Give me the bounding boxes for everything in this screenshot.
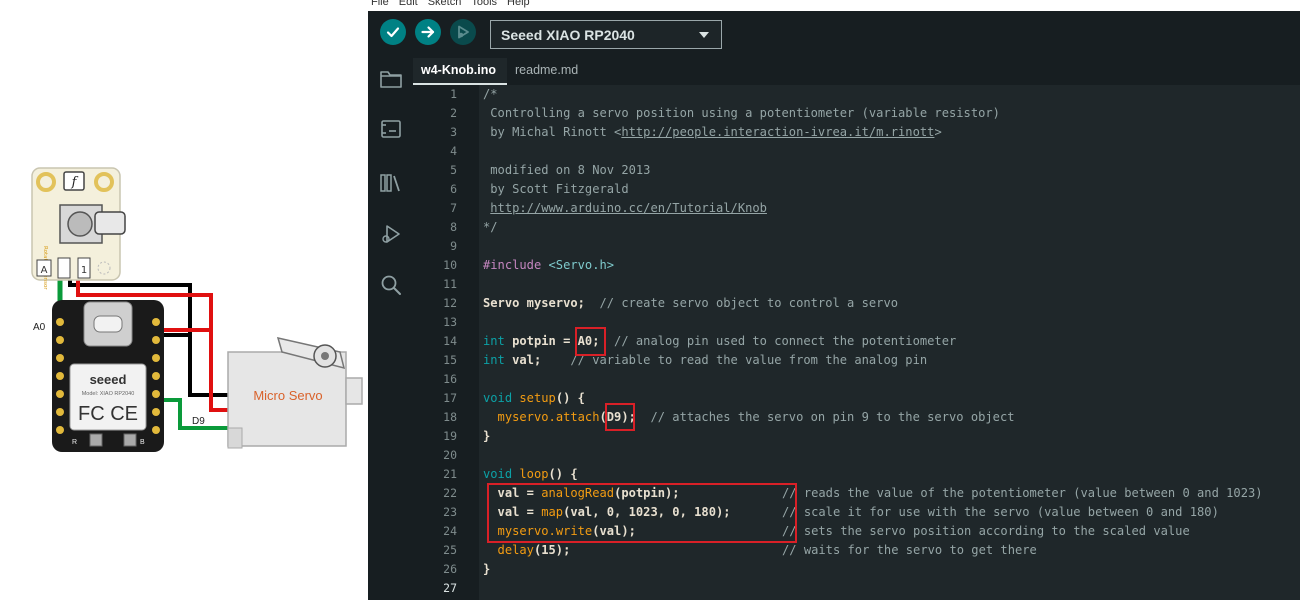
debug-button[interactable] [450,19,476,45]
chevron-down-icon [699,32,709,38]
line-number: 15 [443,353,457,367]
boot-button-icon [123,433,137,447]
tab-bar: w4-Knob.ino readme.md [413,58,1300,85]
code-editor[interactable]: 1 2 3 4 5 6 7 8 9 10 11 12 13 14 15 16 17 18 19 20 21 22 23 24 2… [413,85,1300,600]
code-line-2: Controlling a servo position using a pot… [483,106,1000,120]
code-line-18: myservo.attach(D9); // attaches the serv… [483,410,1015,424]
board-brand: seeed [90,372,127,387]
tab-w4-knob-ino[interactable]: w4-Knob.ino [413,58,507,85]
board-selector[interactable]: Seeed XIAO RP2040 [490,20,722,49]
line-number: 4 [450,144,457,158]
code-line-14: int potpin = A0; // analog pin used to c… [483,334,957,348]
debug-icon[interactable] [378,221,404,247]
menu-tools[interactable]: Tools [466,0,502,11]
line-number: 20 [443,448,457,462]
code-line-1: /* [483,87,498,101]
left-sidebar [368,58,413,600]
board-cert: FC CE [78,403,138,425]
line-number: 25 [443,543,457,557]
code-line-15: int val; // variable to read the value f… [483,353,928,367]
line-number: 2 [450,106,457,120]
svg-text:R: R [72,439,77,446]
upload-button[interactable] [415,19,441,45]
code-line-3: by Michal Rinott <http://people.interact… [483,125,942,139]
line-number: 1 [450,87,457,101]
line-number: 10 [443,258,457,272]
line-number: 6 [450,182,457,196]
menu-bar: File Edit Sketch Tools Help [368,0,1300,11]
folder-icon[interactable] [378,66,404,92]
line-number: 26 [443,562,457,576]
code-comment-23: // scale it for use with the servo (valu… [782,505,1219,519]
code-comment-22: // reads the value of the potentiometer … [782,486,1263,500]
line-number: 18 [443,410,457,424]
code-line-10: #include <Servo.h> [483,258,615,272]
line-number: 3 [450,125,457,139]
library-icon[interactable] [378,170,404,196]
code-line-6: by Scott Fitzgerald [483,182,629,196]
xiao-rp2040-board: seeed Model: XIAO RP2040 FC CE R B [52,300,164,452]
screenshot-root: f Rotation Sensor A 1 A0 [0,0,1300,600]
code-comment-25: // waits for the servo to get there [782,543,1037,557]
arduino-ide-window: File Edit Sketch Tools Help Seeed XIAO R… [368,0,1300,600]
code-line-25: delay(15); [483,543,571,557]
toolbar: Seeed XIAO RP2040 [368,11,1300,58]
menu-file[interactable]: File [368,0,394,11]
board-manager-icon[interactable] [378,116,404,142]
line-number: 11 [443,277,457,291]
highlight-a0 [575,327,606,356]
label-a0: A0 [33,322,46,333]
code-line-12: Servo myservo; // create servo object to… [483,296,899,310]
code-comment-24: // sets the servo position according to … [782,524,1190,538]
line-number: 8 [450,220,457,234]
label-d9: D9 [192,416,205,427]
reset-button-icon [89,433,103,447]
code-line-19: } [483,429,491,443]
arrow-right-icon [421,26,435,38]
svg-text:1: 1 [81,265,87,276]
line-number: 24 [443,524,457,538]
code-line-26: } [483,562,491,576]
line-number: 27 [443,581,457,595]
menu-help[interactable]: Help [502,0,535,11]
line-number: 23 [443,505,457,519]
servo-label: Micro Servo [253,388,322,403]
svg-text:Model: XIAO RP2040: Model: XIAO RP2040 [82,391,135,397]
line-number: 13 [443,315,457,329]
code-line-5: modified on 8 Nov 2013 [483,163,651,177]
line-number: 21 [443,467,457,481]
potentiometer-knob [94,211,126,235]
line-number: 14 [443,334,457,348]
line-number: 16 [443,372,457,386]
wiring-diagram-svg: f Rotation Sensor A 1 A0 [31,167,363,452]
code-line-8: */ [483,220,498,234]
verify-button[interactable] [380,19,406,45]
line-number: 22 [443,486,457,500]
tab-readme-md[interactable]: readme.md [507,58,586,85]
highlight-d9 [605,403,635,431]
line-number-gutter: 1 2 3 4 5 6 7 8 9 10 11 12 13 14 15 16 17 18 19 20 21 22 23 24 2… [413,85,479,600]
check-icon [386,27,400,38]
debug-icon [458,25,469,39]
micro-servo: Micro Servo [227,336,363,449]
menu-edit[interactable]: Edit [394,0,423,11]
line-number: 5 [450,163,457,177]
search-icon[interactable] [378,272,404,298]
line-number: 12 [443,296,457,310]
wiring-diagram: f Rotation Sensor A 1 A0 [0,0,368,600]
line-number: 19 [443,429,457,443]
highlight-loop-body [487,483,797,543]
rotation-sensor-module: f Rotation Sensor A 1 [31,167,126,290]
code-line-17: void setup() { [483,391,585,405]
board-selector-label: Seeed XIAO RP2040 [501,26,635,43]
line-number: 7 [450,201,457,215]
menu-sketch[interactable]: Sketch [423,0,467,11]
svg-text:A: A [41,265,48,276]
line-number: 9 [450,239,457,253]
line-number: 17 [443,391,457,405]
svg-text:B: B [140,439,145,446]
code-line-7: http://www.arduino.cc/en/Tutorial/Knob [490,201,767,215]
code-line-21: void loop() { [483,467,578,481]
